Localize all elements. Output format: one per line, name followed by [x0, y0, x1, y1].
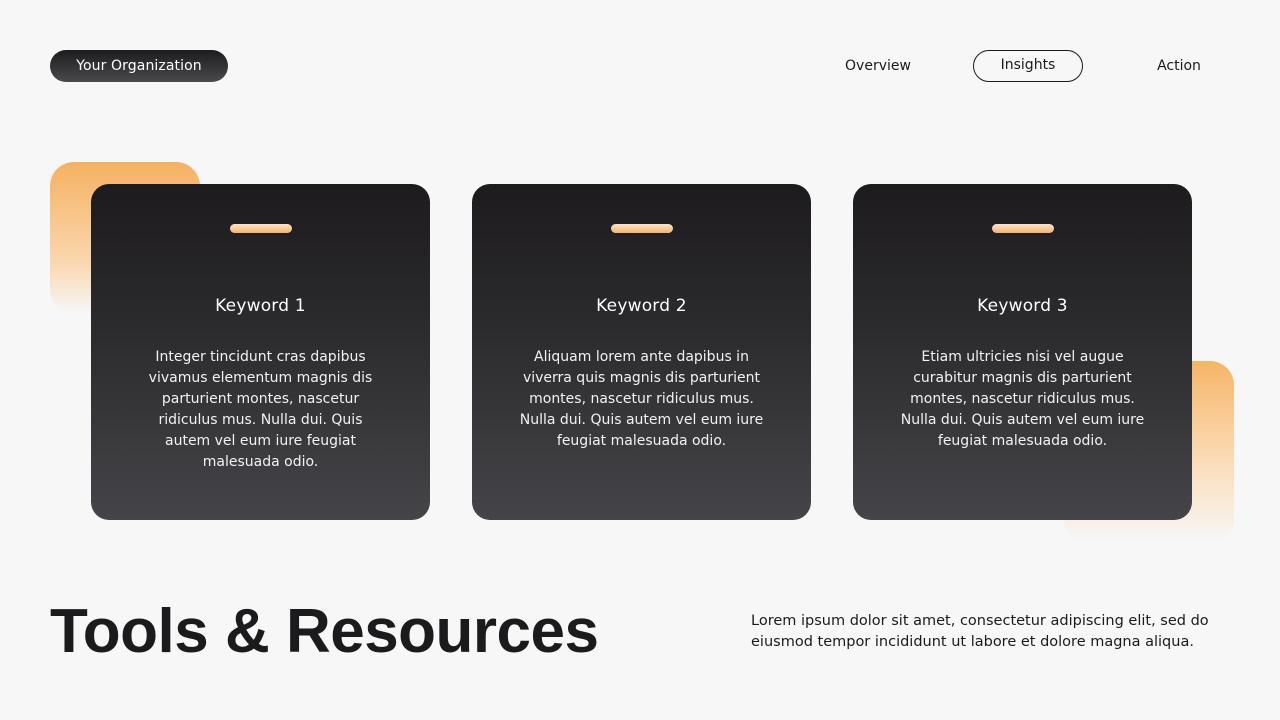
nav-insights[interactable]: Insights — [973, 50, 1083, 82]
card-accent-bar — [611, 224, 673, 233]
section-title: Tools & Resources — [50, 597, 599, 666]
nav-action[interactable]: Action — [1130, 50, 1228, 82]
card-title: Keyword 3 — [977, 296, 1068, 316]
card-accent-bar — [230, 224, 292, 233]
card-description: Aliquam lorem ante dapibus in viverra qu… — [519, 349, 764, 449]
card-accent-bar — [992, 224, 1054, 233]
card-title: Keyword 1 — [215, 296, 306, 316]
keyword-card: Keyword 2 Aliquam lorem ante dapibus in … — [472, 184, 811, 520]
nav-overview[interactable]: Overview — [826, 50, 930, 82]
card-title: Keyword 2 — [596, 296, 687, 316]
organization-badge: Your Organization — [50, 50, 228, 82]
section-description: Lorem ipsum dolor sit amet, consectetur … — [751, 613, 1209, 650]
card-description: Integer tincidunt cras dapibus vivamus e… — [148, 349, 373, 470]
keyword-card: Keyword 3 Etiam ultricies nisi vel augue… — [853, 184, 1192, 520]
card-description: Etiam ultricies nisi vel augue curabitur… — [900, 349, 1145, 449]
keyword-card: Keyword 1 Integer tincidunt cras dapibus… — [91, 184, 430, 520]
